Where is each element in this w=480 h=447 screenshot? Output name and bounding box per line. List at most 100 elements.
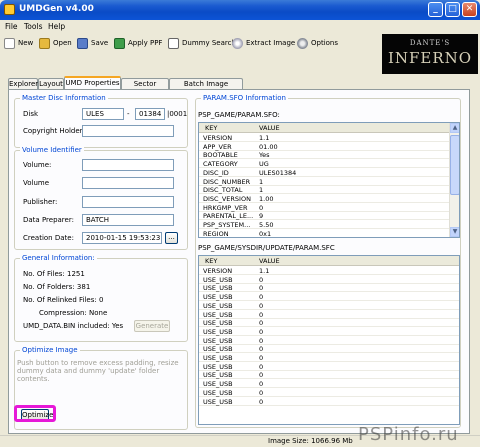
table-row[interactable]: USE_USB 0 — [199, 319, 459, 328]
key-column-header[interactable]: KEY — [205, 257, 217, 265]
key-cell: USE_USB — [203, 284, 233, 293]
new-button[interactable]: New — [4, 36, 33, 50]
param-sfc-path: PSP_GAME/SYSDIR/UPDATE/PARAM.SFC — [198, 244, 335, 252]
apply-ppf-button[interactable]: Apply PPF — [114, 36, 162, 50]
table-row[interactable]: BOOTABLE Yes — [199, 151, 449, 160]
menu-help[interactable]: Help — [48, 22, 65, 31]
table-row[interactable]: USE_USB 0 — [199, 276, 459, 284]
menu-tools[interactable]: Tools — [24, 22, 42, 31]
table-row[interactable]: USE_USB 0 — [199, 302, 459, 310]
table-row[interactable]: USE_USB 0 — [199, 354, 459, 362]
key-cell: CATEGORY — [203, 160, 238, 169]
maximize-button[interactable]: □ — [445, 2, 460, 17]
logo-top-text: DANTE'S — [409, 39, 451, 47]
copyright-field[interactable] — [82, 125, 174, 137]
options-label: Options — [311, 39, 339, 47]
dummy-search-button[interactable]: Dummy Search — [168, 36, 236, 50]
value-column-header[interactable]: VALUE — [259, 257, 280, 265]
table-row[interactable]: USE_USB 0 — [199, 284, 459, 293]
volume-field[interactable] — [82, 159, 174, 171]
patch-icon — [114, 37, 125, 49]
data-preparer-field[interactable]: BATCH — [82, 214, 174, 226]
key-cell: USE_USB — [203, 354, 233, 362]
umd-data-info: UMD_DATA.BIN included: Yes — [23, 322, 124, 330]
game-cover-logo: DANTE'S INFERNO — [382, 34, 478, 74]
publisher-field[interactable] — [82, 196, 174, 208]
table-row[interactable]: HRKGMP_VER 0 — [199, 204, 449, 212]
sfo-vertical-scrollbar[interactable]: ▲ ▼ — [449, 123, 459, 237]
volume-set-field[interactable] — [82, 177, 174, 189]
table-row[interactable]: USE_USB 0 — [199, 371, 459, 380]
save-button[interactable]: Save — [77, 36, 108, 50]
open-button[interactable]: Open — [39, 36, 72, 50]
value-cell: 0 — [259, 301, 264, 310]
key-cell: USE_USB — [203, 293, 233, 302]
table-row[interactable]: USE_USB 0 — [199, 345, 459, 354]
minimize-button[interactable]: _ — [428, 2, 443, 17]
table-row[interactable]: PARENTAL_LE... 9 — [199, 212, 449, 221]
extract-image-label: Extract Image — [246, 39, 296, 47]
disk-number-field[interactable]: 01384 — [135, 108, 165, 120]
value-cell: 0 — [259, 397, 264, 406]
folder-open-icon — [39, 37, 50, 49]
table-row[interactable]: DISC_NUMBER 1 — [199, 178, 449, 186]
value-cell: Yes — [259, 151, 270, 160]
title-bar[interactable]: UMDGen v4.00 _ □ ✕ — [0, 0, 480, 20]
table-row[interactable]: USE_USB 0 — [199, 311, 459, 319]
value-cell: 0 — [259, 284, 264, 293]
date-picker-button[interactable]: ... — [165, 232, 178, 244]
value-cell: 0 — [259, 327, 264, 336]
param-sfo-table[interactable]: KEY VALUE VERSION 1.1 APP_VER 01.00 BOOTABLE… — [198, 122, 460, 238]
volume-label: Volume: — [23, 161, 52, 169]
key-cell: HRKGMP_VER — [203, 203, 248, 212]
close-button[interactable]: ✕ — [462, 2, 477, 17]
menu-file[interactable]: File — [5, 22, 18, 31]
umd-properties-panel: Master Disc Information Disk ULES - 0138… — [8, 89, 470, 434]
gear-icon — [297, 37, 308, 49]
value-cell: 1.00 — [259, 194, 274, 203]
copyright-label: Copyright Holder: — [23, 127, 85, 135]
table-row[interactable]: USE_USB 0 — [199, 337, 459, 345]
param-sfc-table[interactable]: KEY VALUE VERSION 1.1 USE_USB 0 USE_USB 0 USE_… — [198, 255, 460, 425]
table-header: KEY VALUE — [199, 123, 459, 133]
disk-prefix-field[interactable]: ULES — [82, 108, 124, 120]
table-row[interactable]: APP_VER 01.00 — [199, 143, 449, 151]
table-row[interactable]: DISC_ID ULES01384 — [199, 169, 449, 177]
table-row[interactable]: VERSION 1.1 — [199, 134, 449, 142]
value-cell: 0 — [259, 380, 264, 389]
table-row[interactable]: USE_USB 0 — [199, 398, 459, 406]
table-row[interactable]: USE_USB 0 — [199, 380, 459, 389]
apply-ppf-label: Apply PPF — [128, 39, 163, 47]
table-row[interactable]: DISC_VERSION 1.00 — [199, 195, 449, 203]
table-row[interactable]: VERSION 1.1 — [199, 267, 459, 275]
value-column-header[interactable]: VALUE — [259, 124, 280, 132]
value-cell: 5.50 — [259, 221, 274, 229]
scroll-thumb[interactable] — [450, 135, 459, 195]
value-cell: 0 — [259, 336, 264, 345]
table-row[interactable]: USE_USB 0 — [199, 293, 459, 302]
key-cell: APP_VER — [203, 142, 232, 151]
extract-image-button[interactable]: Extract Image — [232, 36, 295, 50]
table-row[interactable]: DISC_TOTAL 1 — [199, 186, 449, 195]
scroll-down-arrow[interactable]: ▼ — [450, 227, 459, 237]
table-row[interactable]: PSP_SYSTEM... 5.50 — [199, 221, 449, 229]
table-row[interactable]: USE_USB 0 — [199, 363, 459, 371]
key-column-header[interactable]: KEY — [205, 124, 217, 132]
options-button[interactable]: Options — [297, 36, 338, 50]
optimize-description: Push button to remove excess padding, re… — [17, 359, 179, 383]
value-cell: 01.00 — [259, 142, 278, 151]
table-row[interactable]: USE_USB 0 — [199, 389, 459, 397]
scroll-up-arrow[interactable]: ▲ — [450, 123, 459, 133]
watermark-logo: PSPinfo.ru — [358, 424, 459, 445]
compression-info: Compression: None — [39, 309, 108, 317]
logo-main-text: INFERNO — [387, 49, 473, 67]
creation-date-field[interactable]: 2010-01-15 19:53:23 — [82, 232, 162, 244]
key-cell: PSP_SYSTEM... — [203, 221, 251, 229]
table-row[interactable]: CATEGORY UG — [199, 160, 449, 169]
app-icon — [4, 4, 15, 15]
files-count: No. Of Files: 1251 — [23, 270, 85, 278]
generate-button[interactable]: Generate — [134, 320, 170, 332]
table-row[interactable]: USE_USB 0 — [199, 328, 459, 336]
relinked-count: No. Of Relinked Files: 0 — [23, 296, 104, 304]
table-row[interactable]: REGION 0x1 — [199, 230, 449, 237]
